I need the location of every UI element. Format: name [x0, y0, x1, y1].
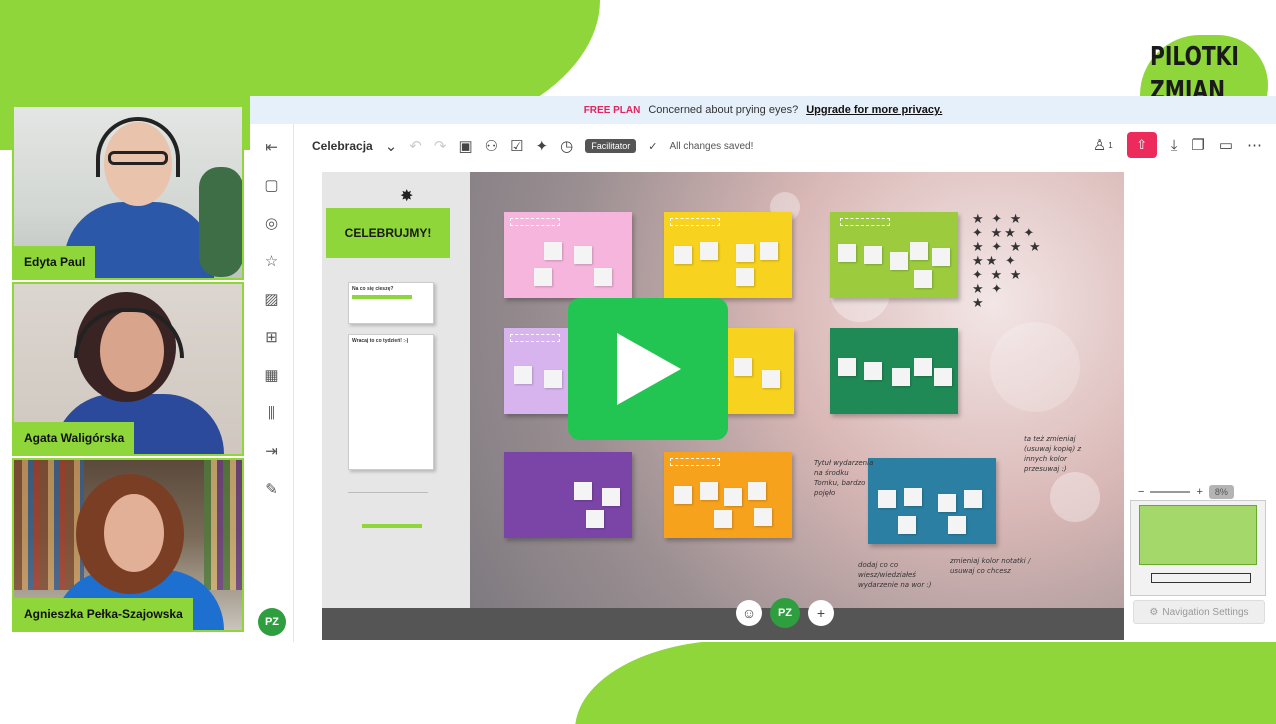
facilitator-badge[interactable]: Facilitator: [585, 139, 637, 153]
check-icon: ✓: [648, 140, 658, 153]
star-icon[interactable]: ☆: [261, 250, 283, 272]
bokeh-light: [1050, 472, 1100, 522]
mini-card-title: Na co się cieszę?: [352, 286, 394, 292]
board-name-dropdown[interactable]: Celebracja: [312, 139, 373, 153]
grid-icon[interactable]: ⊞: [261, 326, 283, 348]
people-icon[interactable]: ⚇: [485, 137, 498, 155]
share-button[interactable]: ⇧: [1126, 132, 1157, 158]
user-avatar[interactable]: PZ: [258, 608, 286, 636]
sticky-note-group[interactable]: [504, 452, 632, 538]
table-icon[interactable]: ▦: [261, 364, 283, 386]
zoom-controls: − + 8%: [1138, 485, 1234, 499]
participant-video-tile: Agnieszka Pełka-Szajowska: [12, 458, 244, 632]
mini-card[interactable]: Wracaj to co tydzień! :-): [348, 334, 434, 470]
zoom-slider[interactable]: [1150, 491, 1191, 493]
upgrade-link[interactable]: Upgrade for more privacy.: [806, 104, 942, 116]
left-toolbar: ⇤ ▢ ◎ ☆ ▨ ⊞ ▦ ⫼ ⇥ ✎ PZ: [250, 124, 294, 642]
bookshelf: [14, 460, 84, 590]
image-icon[interactable]: ▨: [261, 288, 283, 310]
logo-line-1: PILOTKI: [1150, 42, 1239, 72]
collaborator-count: 1: [1108, 140, 1113, 150]
undo-icon[interactable]: ↶: [409, 137, 422, 155]
vote-icon[interactable]: ☑: [510, 137, 523, 155]
sticky-note-group[interactable]: [724, 328, 794, 414]
participant-name: Agnieszka Pełka-Szajowska: [14, 598, 193, 630]
toolbar-right: ♙ 1 ⇧ ⤓ ❐ ▭ ⋯: [1093, 132, 1262, 158]
sticky-note-group[interactable]: [504, 212, 632, 298]
user-avatar[interactable]: PZ: [770, 598, 800, 628]
minimap-element: [1151, 573, 1251, 583]
plan-badge: FREE PLAN: [583, 104, 641, 116]
board-left-section: ✸ CELEBRUJMY! Na co się cieszę? Wracaj t…: [322, 172, 470, 608]
reaction-icon[interactable]: ☺: [736, 600, 762, 626]
navigation-settings-button[interactable]: ⚙ Navigation Settings: [1133, 600, 1265, 624]
zoom-out-icon[interactable]: −: [1138, 486, 1144, 498]
upgrade-banner: FREE PLAN Concerned about prying eyes? U…: [250, 96, 1276, 124]
user-icon[interactable]: ♙: [1093, 136, 1106, 154]
download-icon[interactable]: ⤓: [1171, 137, 1178, 154]
video-frame: PILOTKI ZMIAN Edyta Paul Agata Waligórsk…: [0, 0, 1276, 724]
minimap-viewport: [1139, 505, 1257, 565]
participant-face: [104, 494, 164, 572]
mini-card-title: Wracaj to co tydzień! :-): [352, 338, 409, 344]
chat-icon[interactable]: ▭: [1219, 136, 1233, 154]
bookshelf: [204, 460, 242, 590]
frame-icon[interactable]: ▣: [458, 137, 472, 155]
participant-name: Edyta Paul: [14, 246, 96, 278]
stars-decoration: ★ ✦ ★ ✦ ★★ ✦ ★ ✦ ★ ★ ★★ ✦ ✦ ★ ★ ★ ✦ ★: [972, 211, 1043, 310]
timer-icon[interactable]: ◷: [560, 137, 573, 155]
plant: [199, 167, 242, 277]
mini-card[interactable]: Na co się cieszę?: [348, 282, 434, 324]
zoom-in-icon[interactable]: +: [1196, 486, 1202, 498]
participant-video-tile: Agata Waligórska: [12, 282, 244, 456]
decorative-green-blob: [575, 640, 1276, 724]
handwritten-note[interactable]: ta też zmieniaj (usuwaj kopię) z innych …: [1024, 434, 1104, 474]
library-icon[interactable]: ⫼: [261, 402, 283, 424]
confetti-icon: ✸: [400, 188, 414, 205]
exit-icon[interactable]: ⇤: [261, 136, 283, 158]
pen-icon[interactable]: ✎: [261, 478, 283, 500]
bottom-controls: ☺ PZ +: [736, 598, 834, 628]
play-button[interactable]: [568, 298, 728, 440]
zoom-percent[interactable]: 8%: [1208, 485, 1234, 499]
green-line: [362, 524, 422, 528]
sticky-note-group[interactable]: [830, 328, 958, 414]
sticky-note-group[interactable]: [664, 452, 792, 538]
redo-icon[interactable]: ↷: [434, 137, 447, 155]
navigation-settings-label: Navigation Settings: [1162, 606, 1249, 618]
sticky-note-group[interactable]: [868, 458, 996, 544]
comments-icon[interactable]: ❐: [1191, 136, 1204, 154]
sticky-note-group[interactable]: [830, 212, 958, 298]
import-icon[interactable]: ⇥: [261, 440, 283, 462]
save-status: All changes saved!: [669, 140, 754, 152]
shapes-icon[interactable]: ◎: [261, 212, 283, 234]
add-icon[interactable]: +: [808, 600, 834, 626]
banner-text: Concerned about prying eyes?: [648, 104, 799, 116]
top-toolbar: Celebracja ⌄ ↶ ↷ ▣ ⚇ ☑ ✦ ◷ Facilitator ✓…: [294, 124, 1276, 168]
progress-line: [352, 295, 412, 299]
headset-icon: [96, 117, 180, 177]
minimap[interactable]: [1130, 500, 1266, 596]
menu-icon[interactable]: ⋯: [1247, 136, 1262, 154]
whiteboard-app: FREE PLAN Concerned about prying eyes? U…: [250, 96, 1276, 642]
sticky-note-group[interactable]: [664, 212, 792, 298]
magic-wand-icon[interactable]: ✦: [536, 137, 549, 155]
text-block: [348, 492, 428, 514]
board-title[interactable]: CELEBRUJMY!: [326, 208, 450, 258]
gear-icon: ⚙: [1149, 606, 1159, 618]
handwritten-note[interactable]: dodaj co co wiesz/wiedziałeś wydarzenie …: [858, 560, 938, 590]
play-icon: [617, 333, 681, 405]
handwritten-note[interactable]: zmieniaj kolor notatki / usuwaj co chces…: [950, 556, 1040, 576]
handwritten-note[interactable]: Tytuł wydarzenia na środku Tomku, bardzo…: [814, 458, 874, 498]
participant-video-tile: Edyta Paul: [12, 105, 244, 280]
participant-name: Agata Waligórska: [14, 422, 135, 454]
chevron-down-icon[interactable]: ⌄: [385, 137, 398, 155]
sticky-note-icon[interactable]: ▢: [261, 174, 283, 196]
canvas-bottom-bar: [322, 608, 1124, 640]
